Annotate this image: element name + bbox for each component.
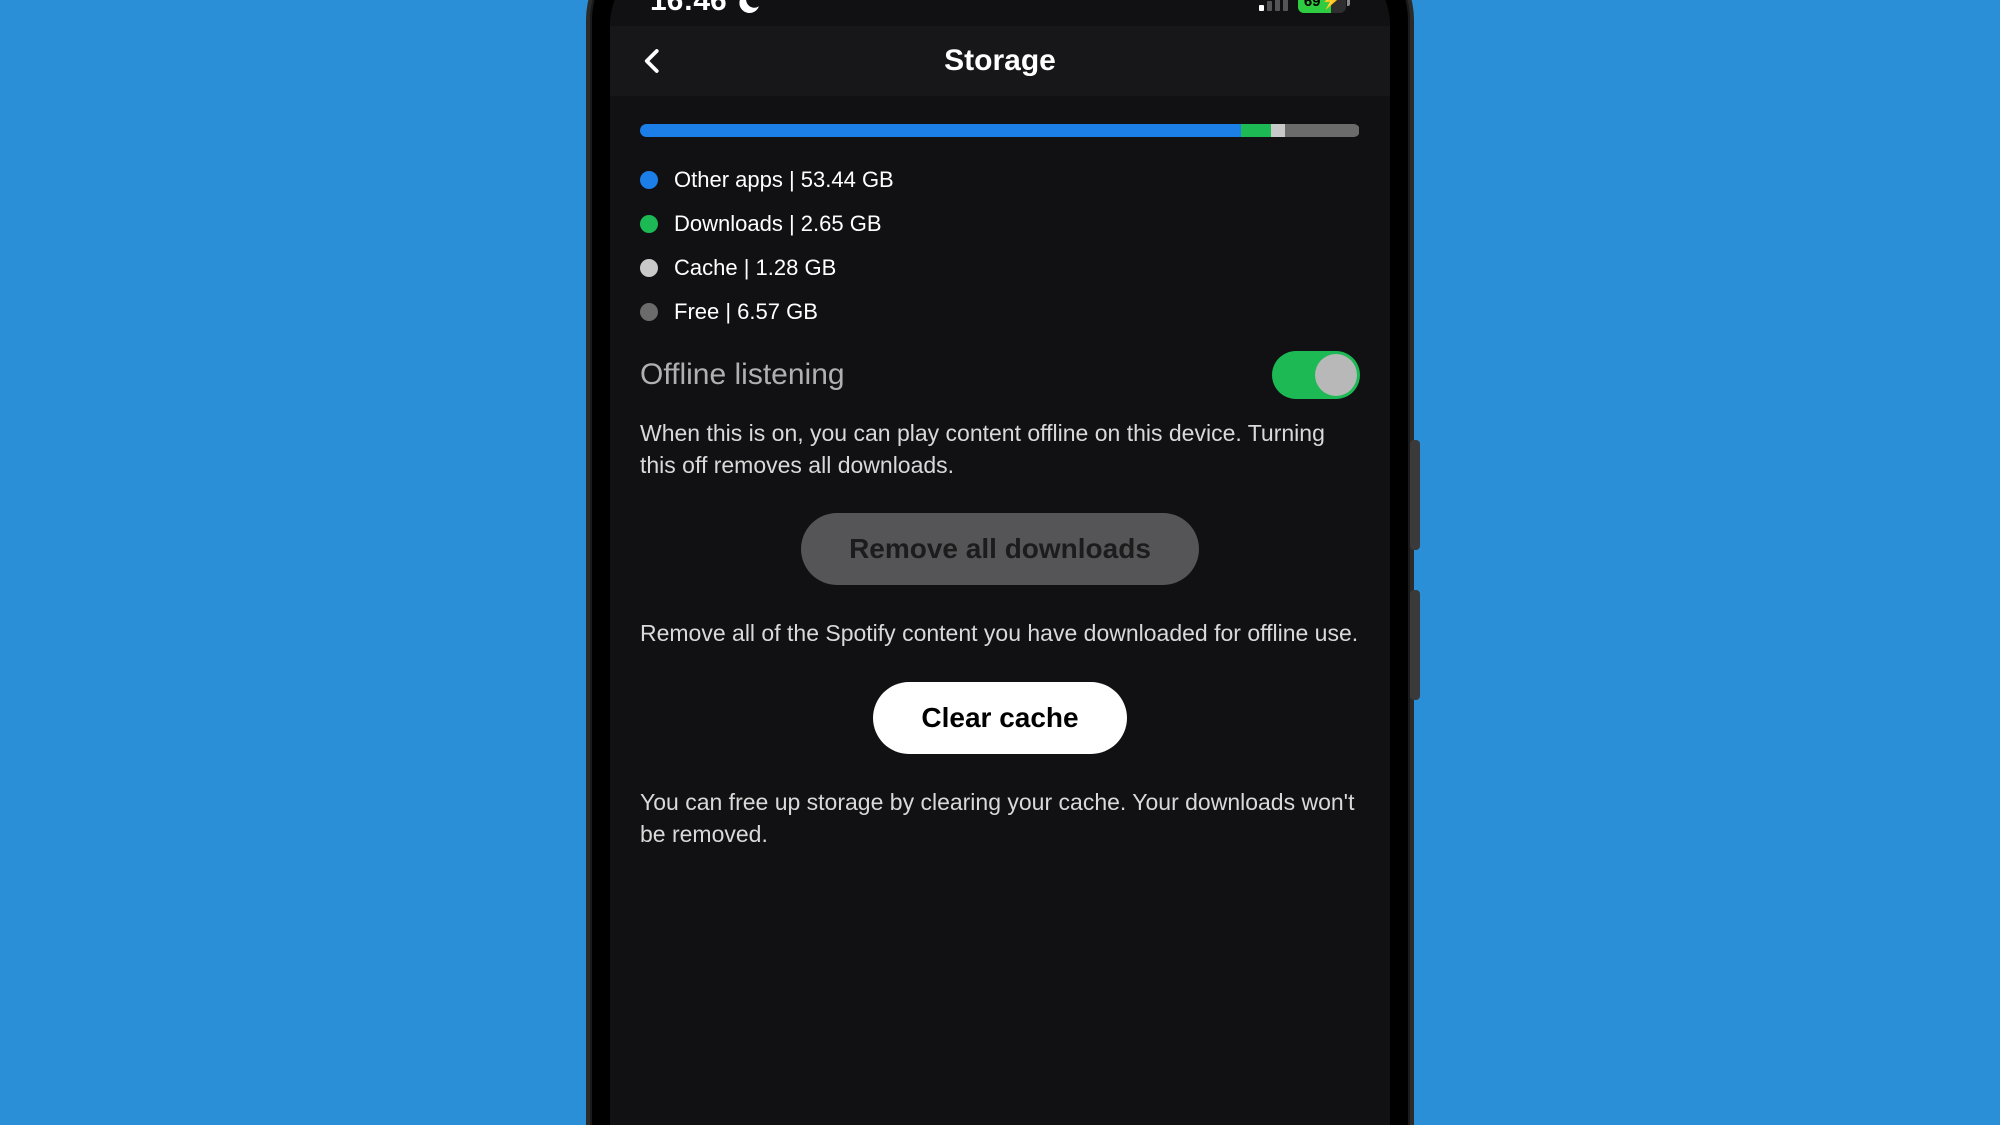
legend-label-other: Other apps | 53.44 GB <box>674 167 894 193</box>
storage-segment-cache <box>1271 124 1285 137</box>
legend-row-cache: Cache | 1.28 GB <box>640 255 1360 281</box>
phone-frame: 16:46 69 ⚡ <box>590 0 1410 1125</box>
legend-dot-downloads <box>640 215 658 233</box>
legend-label-free: Free | 6.57 GB <box>674 299 818 325</box>
legend-dot-free <box>640 303 658 321</box>
do-not-disturb-icon <box>737 0 761 13</box>
nav-bar: Storage <box>610 26 1390 96</box>
battery-percent: 69 <box>1304 0 1321 10</box>
clear-cache-button[interactable]: Clear cache <box>873 682 1126 754</box>
charging-icon: ⚡ <box>1322 0 1341 10</box>
status-time: 16:46 <box>650 0 727 18</box>
legend-label-cache: Cache | 1.28 GB <box>674 255 836 281</box>
back-button[interactable] <box>636 44 670 78</box>
volume-up-button[interactable] <box>1410 440 1420 550</box>
legend-label-downloads: Downloads | 2.65 GB <box>674 211 882 237</box>
legend-dot-other <box>640 171 658 189</box>
legend-row-other: Other apps | 53.44 GB <box>640 167 1360 193</box>
cellular-signal-icon <box>1259 0 1288 11</box>
offline-listening-toggle[interactable] <box>1272 351 1360 399</box>
offline-listening-description: When this is on, you can play content of… <box>640 417 1360 481</box>
clear-cache-description: You can free up storage by clearing your… <box>640 786 1360 850</box>
storage-segment-other <box>640 124 1241 137</box>
storage-segment-free <box>1285 124 1359 137</box>
remove-downloads-description: Remove all of the Spotify content you ha… <box>640 617 1360 649</box>
status-bar: 16:46 69 ⚡ <box>610 0 1390 26</box>
screen: 16:46 69 ⚡ <box>610 0 1390 1125</box>
page-title: Storage <box>944 44 1056 78</box>
offline-listening-title: Offline listening <box>640 358 845 392</box>
storage-usage-bar <box>640 124 1360 137</box>
remove-all-downloads-button[interactable]: Remove all downloads <box>801 513 1199 585</box>
volume-down-button[interactable] <box>1410 590 1420 700</box>
legend-row-free: Free | 6.57 GB <box>640 299 1360 325</box>
legend-row-downloads: Downloads | 2.65 GB <box>640 211 1360 237</box>
toggle-knob <box>1315 354 1357 396</box>
battery-indicator: 69 ⚡ <box>1298 0 1350 13</box>
storage-segment-downloads <box>1241 124 1271 137</box>
legend-dot-cache <box>640 259 658 277</box>
storage-legend: Other apps | 53.44 GB Downloads | 2.65 G… <box>640 167 1360 325</box>
